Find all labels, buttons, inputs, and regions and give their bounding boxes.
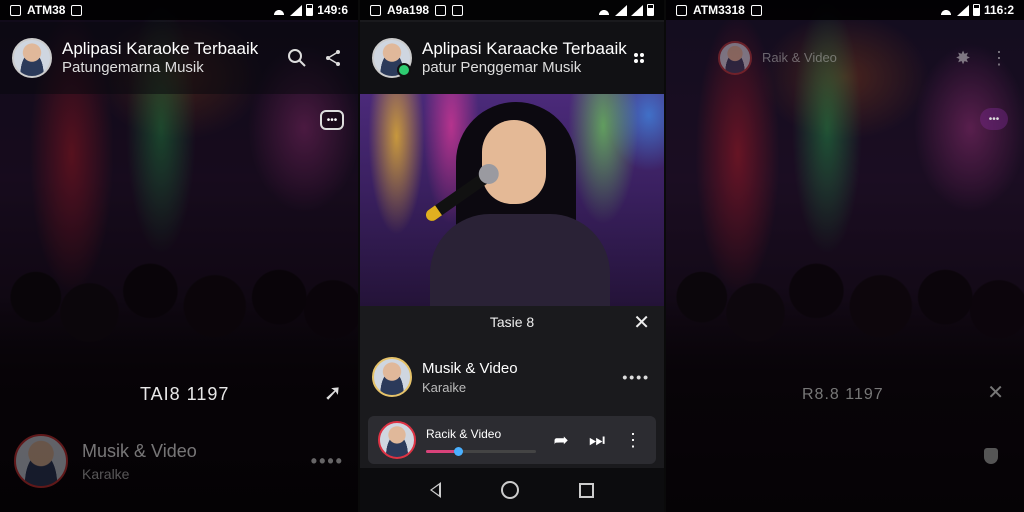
status-bar: A9a198 (360, 0, 664, 20)
battery-icon (972, 4, 980, 16)
app-icon (452, 4, 464, 16)
track-title: Racik & Video (426, 427, 502, 441)
avatar[interactable] (372, 38, 412, 78)
list-item[interactable]: Musik & Video Karaike •••• (372, 352, 650, 402)
share-button[interactable] (320, 45, 346, 71)
share-icon (326, 50, 340, 66)
battery-icon (306, 4, 314, 16)
more-vertical-icon[interactable]: ⋮ (620, 430, 646, 451)
wifi-icon (597, 5, 611, 15)
app-bar: Aplipasi Karaacke Terbaaik patur Penggem… (360, 22, 664, 94)
app-title: Aplipasi Karaacke Terbaaik (422, 39, 627, 58)
avatar[interactable] (718, 41, 752, 75)
item-title: Musik & Video (82, 440, 197, 461)
app-bar: Raik & Video ✸ ⋮ (666, 22, 1024, 94)
avatar (372, 357, 412, 397)
progress-bar[interactable] (426, 447, 536, 456)
share-arrow-icon[interactable]: ➦ (548, 430, 574, 451)
list-item[interactable]: Musik & Video Karalke •••• (0, 426, 358, 496)
signal-icon (956, 4, 969, 16)
notification-icon (370, 4, 381, 16)
message-icon (71, 4, 83, 16)
more-button[interactable] (626, 45, 652, 71)
status-time: ATM38 (27, 3, 66, 17)
item-title: Musik & Video (422, 359, 518, 377)
close-icon[interactable]: ✕ (633, 310, 650, 335)
forward-icon[interactable]: ➚ (324, 380, 342, 406)
app-subtitle: patur Penggemar Musik (422, 59, 582, 76)
more-horizontal-icon[interactable]: •••• (622, 369, 650, 385)
status-bar: ATM3318 116:2 (666, 0, 1024, 20)
search-button[interactable] (284, 45, 310, 71)
wifi-icon (272, 5, 287, 15)
message-icon (435, 4, 447, 16)
battery-icon (647, 4, 654, 16)
close-icon[interactable]: ✕ (987, 380, 1004, 405)
avatar[interactable] (12, 38, 52, 78)
shield-icon[interactable] (984, 448, 998, 464)
progress-fill (426, 447, 463, 456)
app-title: Raik & Video (762, 50, 837, 65)
overlay-label: R8.8 1197 (802, 386, 884, 403)
more-vertical-icon[interactable]: ⋮ (986, 45, 1012, 71)
signal-icon (631, 4, 643, 16)
notification-icon (676, 4, 687, 16)
avatar (14, 434, 68, 488)
status-right-text: 116:2 (983, 3, 1014, 17)
item-subtitle: Karalke (82, 465, 130, 482)
back-icon[interactable] (430, 482, 441, 498)
wifi-icon (938, 5, 953, 15)
app-subtitle: Patungemarna Musik (62, 59, 204, 76)
chat-bubble-icon[interactable]: ••• (320, 110, 344, 130)
overlay-label: TAI8 1197 (140, 384, 230, 404)
chat-bubble-icon[interactable]: ••• (980, 108, 1008, 130)
signal-icon (290, 4, 303, 16)
shield-icon[interactable]: ✸ (950, 45, 976, 71)
recents-icon[interactable] (579, 482, 594, 498)
screen-2: A9a198 Aplipasi Karaacke Terbaaik patur … (360, 0, 664, 512)
status-bar: ATM38 149:6 (0, 0, 358, 20)
screen-3: ATM3318 116:2 Raik & Video ✸ ⋮ ••• R8.8 … (666, 0, 1024, 512)
notification-icon (10, 4, 21, 16)
singer-photo[interactable] (360, 94, 664, 306)
more-horizontal-icon[interactable]: •••• (311, 451, 344, 472)
search-icon (288, 49, 306, 67)
item-subtitle: Karaike (422, 379, 467, 395)
avatar (378, 421, 416, 459)
more-grid-icon (634, 53, 644, 63)
sheet-title: Tasie 8 (489, 314, 535, 330)
signal-icon (615, 4, 627, 16)
status-time: ATM3318 (693, 3, 745, 17)
screen-1: ATM38 149:6 Aplipasi Karaoke Terbaaik Pa… (0, 0, 358, 512)
app-bar: Aplipasi Karaoke Terbaaik Patungemarna M… (0, 22, 358, 94)
mini-player[interactable]: Racik & Video ➦ ⏭ ⋮ (368, 416, 656, 464)
system-nav-bar (360, 468, 664, 512)
app-title: Aplipasi Karaoke Terbaaik (62, 39, 259, 58)
message-icon (750, 4, 762, 16)
play-next-icon[interactable]: ⏭ (584, 430, 610, 451)
status-time: A9a198 (387, 3, 430, 17)
status-right-text: 149:6 (317, 3, 348, 17)
home-icon[interactable] (501, 481, 519, 499)
